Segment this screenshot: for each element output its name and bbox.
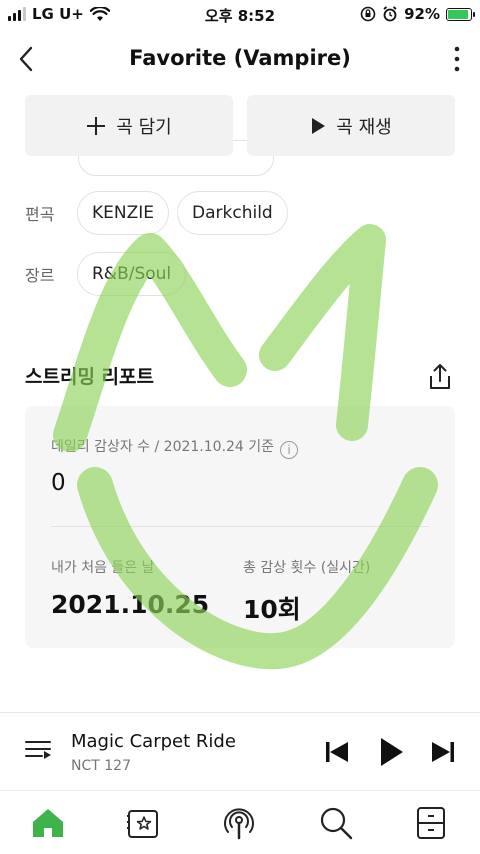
daily-listeners-value: 0 (51, 470, 66, 496)
genre-row: 장르 R&B/Soul (25, 252, 194, 296)
search-icon[interactable] (318, 805, 354, 841)
page-title: Favorite (Vampire) (129, 46, 351, 70)
drawer-icon[interactable] (413, 805, 449, 841)
track-title[interactable]: Magic Carpet Ride (71, 731, 236, 752)
previous-icon[interactable] (320, 735, 354, 769)
alarm-icon (383, 6, 397, 22)
play-pause-icon[interactable] (373, 735, 407, 769)
arranger-chip[interactable]: Darkchild (177, 191, 288, 235)
battery-icon (446, 7, 475, 21)
share-icon[interactable] (425, 362, 455, 392)
daily-listeners-label-text: 데일리 감상자 수 / 2021.10.24 기준 (51, 439, 275, 455)
more-vertical-icon[interactable] (450, 44, 464, 74)
play-song-button[interactable]: 곡 재생 (247, 95, 455, 156)
add-song-button[interactable]: 곡 담기 (25, 95, 233, 156)
report-title: 스트리밍 리포트 (25, 366, 154, 388)
info-icon[interactable]: i (280, 441, 299, 459)
first-listen-label: 내가 처음 들은 날 (51, 560, 155, 576)
status-bar: LG U+ 오후 8:52 92% (0, 0, 480, 30)
mini-player[interactable]: Magic Carpet Ride NCT 127 (0, 712, 480, 790)
orientation-lock-icon (360, 6, 376, 22)
tab-bar (0, 790, 480, 854)
report-header: 스트리밍 리포트 (25, 362, 455, 392)
podcast-icon[interactable] (221, 805, 257, 841)
divider (51, 526, 429, 527)
play-song-label: 곡 재생 (336, 116, 392, 138)
play-icon (312, 117, 326, 134)
total-plays-label: 총 감상 횟수 (실시간) (243, 560, 371, 576)
header: Favorite (Vampire) (0, 36, 480, 82)
battery-level (448, 9, 469, 19)
arranger-row: 편곡 KENZIE Darkchild (25, 191, 296, 235)
arranger-chip[interactable]: KENZIE (77, 191, 170, 235)
genre-label: 장르 (25, 266, 55, 285)
battery-percent: 92% (404, 5, 440, 23)
action-buttons: 곡 담기 곡 재생 (25, 95, 455, 156)
first-listen-value: 2021.10.25 (51, 590, 210, 619)
daily-listeners-label: 데일리 감상자 수 / 2021.10.24 기준 i (51, 436, 299, 459)
track-artist: NCT 127 (71, 758, 131, 774)
library-icon[interactable] (125, 805, 161, 841)
playlist-icon[interactable] (24, 737, 52, 765)
home-icon[interactable] (30, 805, 66, 841)
plus-icon (87, 116, 106, 135)
genre-chip[interactable]: R&B/Soul (77, 252, 187, 296)
status-right: 92% (360, 5, 475, 23)
report-card: 데일리 감상자 수 / 2021.10.24 기준 i 0 내가 처음 들은 날 … (25, 406, 455, 648)
next-icon[interactable] (426, 735, 460, 769)
arranger-label: 편곡 (25, 205, 55, 224)
total-plays-value: 10회 (243, 595, 301, 624)
back-icon[interactable] (12, 44, 42, 74)
add-song-label: 곡 담기 (116, 116, 172, 138)
